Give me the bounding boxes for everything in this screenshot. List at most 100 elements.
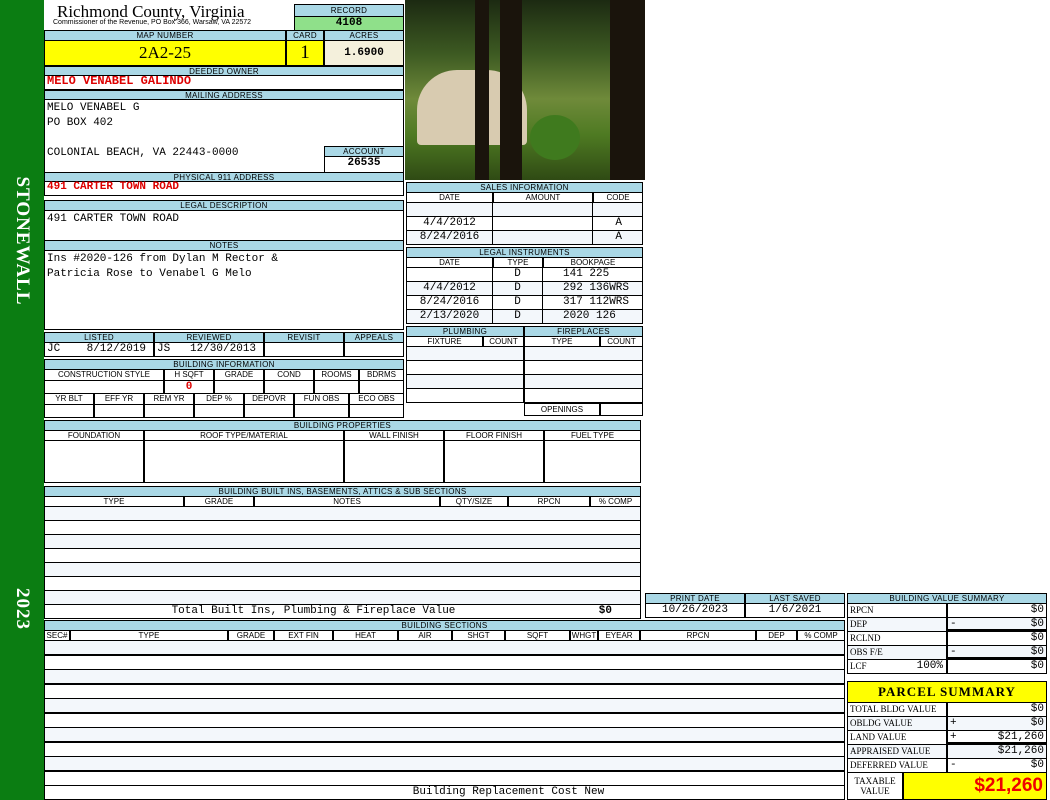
sales-cell: A [593,216,643,231]
property-value [544,440,641,483]
district-sidebar: STONEWALL 2023 [0,0,44,800]
physical-address: 491 CARTER TOWN ROAD [44,181,404,196]
value-summary-amount: $0 [1030,646,1044,658]
building-info-value [244,404,294,418]
property-photo [405,0,645,180]
building-info-value [194,404,244,418]
section-row [44,698,845,713]
parcel-label-cell: LAND VALUE [847,730,947,745]
parcel-label-cell: OBLDG VALUE [847,716,947,731]
owner-name: MELO VENABEL GALINDO [44,75,404,90]
openings-value [600,403,643,416]
value-summary-label-cell: DEP [847,617,947,632]
section-row [44,669,845,684]
building-info-value [44,404,94,418]
instrument-cell: 4/4/2012 [406,281,493,296]
property-value [144,440,344,483]
taxable-value-label: TAXABLE VALUE [847,772,903,800]
fireplace-row [524,360,643,375]
built-ins-row [44,506,641,521]
revisit-value [264,342,344,357]
value-summary-label-cell: RCLND [847,631,947,646]
building-info-value: 0 [164,380,214,394]
building-info-value [359,380,404,394]
value-summary-amount: $0 [1030,604,1044,616]
built-ins-row [44,534,641,549]
parcel-label-cell: TOTAL BLDG VALUE [847,702,947,717]
taxable-value: $21,260 [903,772,1047,800]
sales-cell: 8/24/2016 [406,230,493,245]
value-summary-amount: $0 [1030,618,1044,630]
district-name: STONEWALL [12,176,33,306]
instrument-cell: D [493,295,543,310]
last-saved: 1/6/2021 [745,603,845,618]
instrument-cell: D [493,267,543,282]
parcel-amount: $21,260 [997,731,1044,743]
card-number: 1 [286,40,324,66]
map-number: 2A2-25 [44,40,286,66]
value-summary-amount: $0 [1030,632,1044,644]
parcel-amount: $0 [1030,717,1044,729]
acres-value: 1.6900 [324,40,404,66]
print-date: 10/26/2023 [645,603,745,618]
building-info-value [214,380,264,394]
account-number: 26535 [324,156,404,173]
sales-cell [493,216,593,231]
value-summary-amount: $0 [1030,660,1044,672]
building-info-value [314,380,359,394]
building-info-value [349,404,404,418]
parcel-label-cell: DEFERRED VALUE [847,758,947,773]
record-number: 4108 [294,16,404,31]
fireplace-row [524,388,643,403]
building-info-value [94,404,144,418]
note-line: Patricia Rose to Venabel G Melo [47,268,252,280]
section-row [44,770,845,786]
plumbing-row [406,388,524,403]
plumbing-row [406,374,524,389]
property-value [44,440,144,483]
section-row [44,654,845,670]
built-ins-total: $0 [598,605,612,617]
appeals-value [344,342,404,357]
plumbing-row [406,346,524,361]
value-summary-label-cell: RPCN [847,603,947,618]
sales-cell [493,230,593,245]
built-ins-row [44,590,641,605]
instrument-cell: 141 225 [543,267,643,282]
section-row [44,683,845,699]
value-summary-label-cell: OBS F/E [847,645,947,660]
lcf-percent: 100% [916,660,943,672]
sales-cell [406,202,493,217]
section-row [44,756,845,771]
parcel-amount: $21,260 [997,745,1044,757]
fireplace-row [524,374,643,389]
building-replacement-cost-label: Building Replacement Cost New [44,785,845,800]
note-line: Ins #2020-126 from Dylan M Rector & [47,253,279,265]
instrument-cell: 8/24/2016 [406,295,493,310]
built-ins-row [44,520,641,535]
instrument-cell [406,267,493,282]
sales-cell: A [593,230,643,245]
sales-cell [493,202,593,217]
parcel-amount: $0 [1030,759,1044,771]
built-ins-row [44,562,641,577]
building-info-value [44,380,164,394]
instrument-cell: 292 136WRS [543,281,643,296]
parcel-label-cell: APPRAISED VALUE [847,744,947,759]
built-ins-row [44,576,641,591]
openings-label: OPENINGS [524,403,600,416]
sales-cell [593,202,643,217]
sales-cell: 4/4/2012 [406,216,493,231]
address-line: MELO VENABEL G [47,102,140,114]
office-address: Commissioner of the Revenue, PO Box 366,… [53,19,252,26]
property-value [444,440,544,483]
building-info-value [264,380,314,394]
section-row [44,727,845,742]
tax-year: 2023 [12,588,33,630]
building-info-value [144,404,194,418]
section-row [44,712,845,728]
address-line [47,132,401,147]
plumbing-row [406,360,524,375]
section-row [44,741,845,757]
building-info-value [294,404,349,418]
